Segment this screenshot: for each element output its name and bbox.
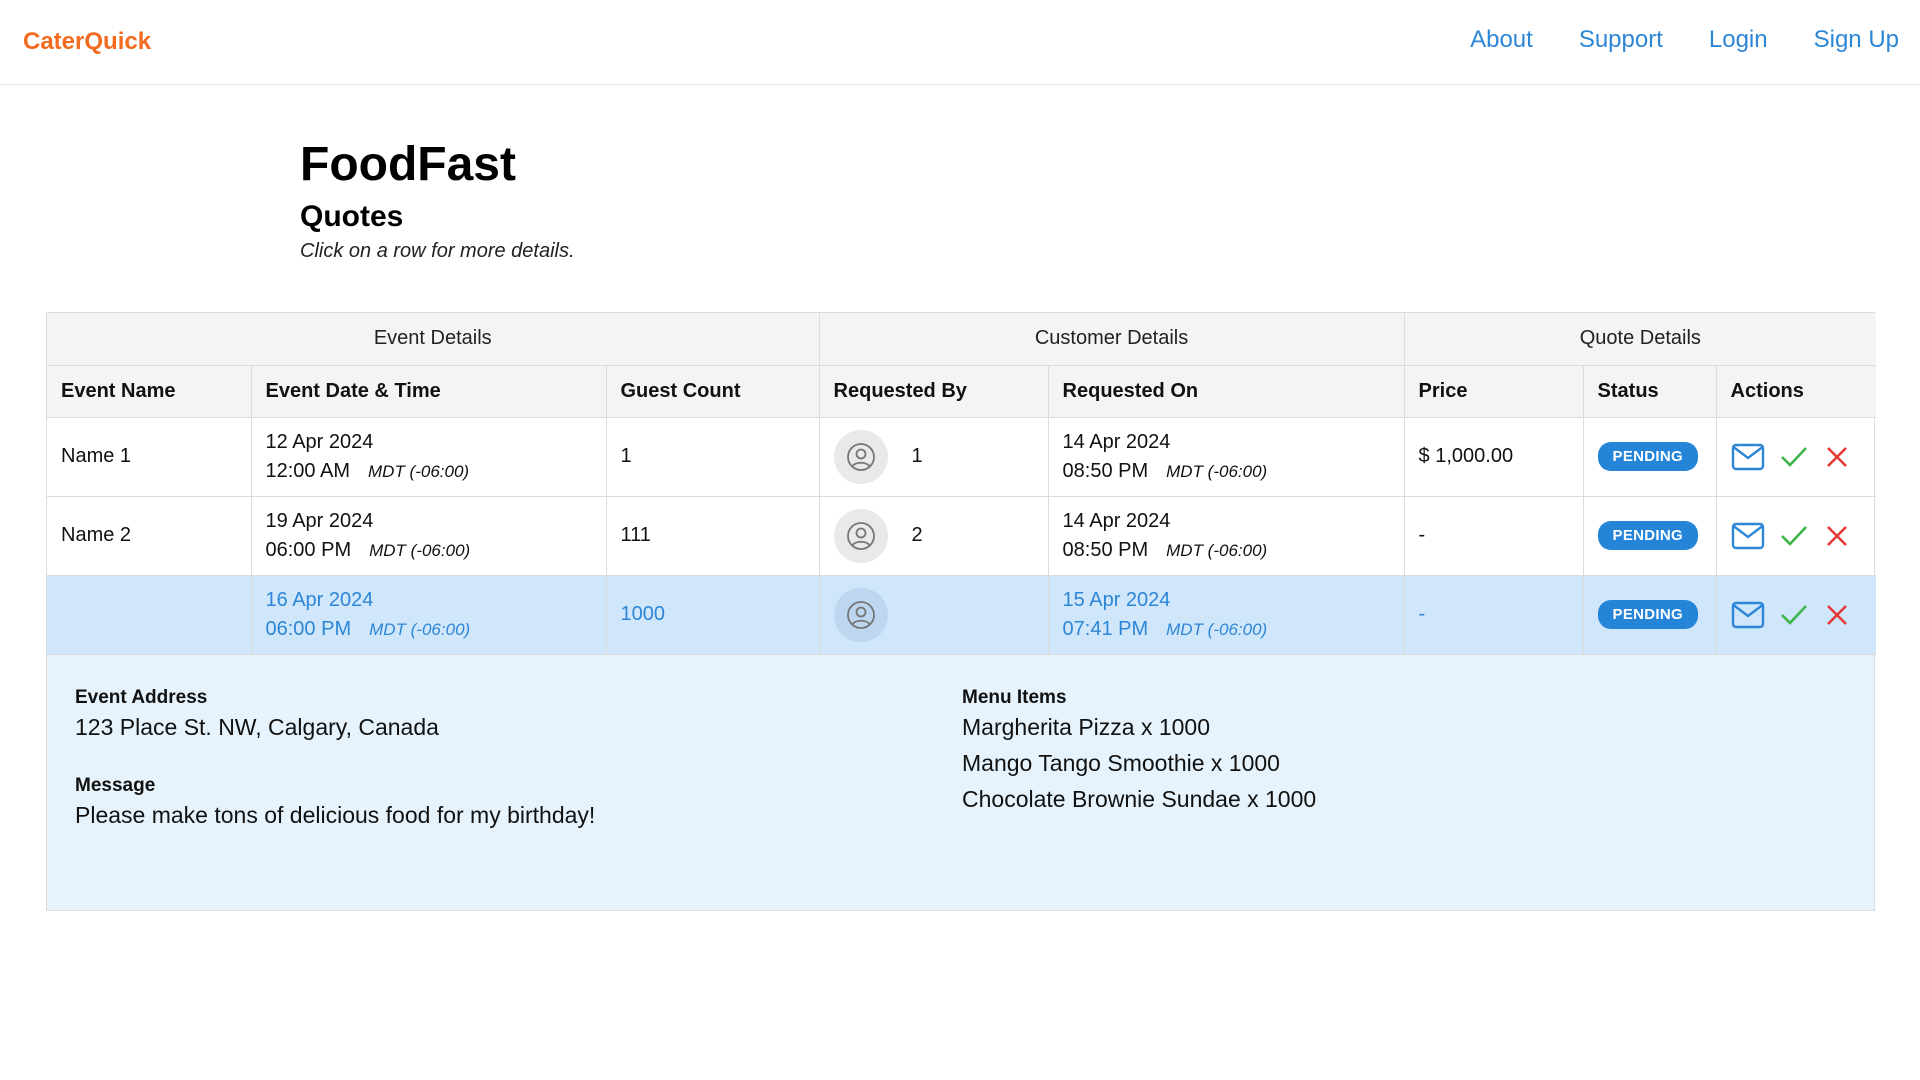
guest-count-cell: 1 bbox=[606, 417, 820, 497]
nav-login-link[interactable]: Login bbox=[1709, 26, 1768, 54]
envelope-icon[interactable] bbox=[1731, 522, 1765, 550]
message-value: Please make tons of delicious food for m… bbox=[75, 801, 596, 828]
event-timezone: MDT (-06:00) bbox=[368, 461, 470, 481]
page-title: FoodFast bbox=[300, 138, 516, 191]
event-time: 06:00 PM bbox=[265, 617, 352, 640]
user-circle-icon bbox=[833, 508, 888, 563]
row-detail-panel: Event Address 123 Place St. NW, Calgary,… bbox=[47, 654, 1874, 910]
envelope-icon[interactable] bbox=[1731, 601, 1765, 629]
requested-date: 15 Apr 2024 bbox=[1062, 588, 1171, 611]
price-cell: $ 1,000.00 bbox=[1404, 417, 1584, 497]
check-icon[interactable] bbox=[1779, 443, 1809, 471]
requested-timezone: MDT (-06:00) bbox=[1166, 461, 1268, 481]
column-header-price: Price bbox=[1404, 365, 1584, 418]
user-circle-icon bbox=[833, 429, 888, 484]
menu-item: Margherita Pizza x 1000 bbox=[962, 713, 1211, 740]
nav-about-link[interactable]: About bbox=[1470, 26, 1533, 54]
column-header-event-datetime: Event Date & Time bbox=[251, 365, 607, 418]
brand-logo[interactable]: CaterQuick bbox=[23, 28, 151, 56]
requested-date: 14 Apr 2024 bbox=[1062, 430, 1171, 453]
nav-support-link[interactable]: Support bbox=[1579, 26, 1663, 54]
requester-id: 2 bbox=[911, 524, 923, 546]
menu-item: Chocolate Brownie Sundae x 1000 bbox=[962, 785, 1317, 812]
column-header-event-name: Event Name bbox=[47, 365, 252, 418]
requested-timezone: MDT (-06:00) bbox=[1166, 619, 1268, 639]
event-date: 16 Apr 2024 bbox=[265, 588, 374, 611]
event-name-cell: Name 1 bbox=[47, 417, 252, 497]
event-datetime-cell: 16 Apr 2024 06:00 PM MDT (-06:00) bbox=[251, 575, 607, 655]
requested-on-cell: 14 Apr 2024 08:50 PM MDT (-06:00) bbox=[1048, 496, 1405, 576]
actions-cell bbox=[1716, 417, 1877, 497]
close-icon[interactable] bbox=[1823, 601, 1851, 629]
event-timezone: MDT (-06:00) bbox=[369, 540, 471, 560]
menu-item: Mango Tango Smoothie x 1000 bbox=[962, 749, 1280, 776]
requested-on-cell: 15 Apr 2024 07:41 PM MDT (-06:00) bbox=[1048, 575, 1405, 655]
status-cell: PENDING bbox=[1583, 575, 1717, 655]
requested-on-cell: 14 Apr 2024 08:50 PM MDT (-06:00) bbox=[1048, 417, 1405, 497]
close-icon[interactable] bbox=[1823, 443, 1851, 471]
requester-id: 1 bbox=[911, 445, 923, 467]
column-header-requested-on: Requested On bbox=[1048, 365, 1405, 418]
helper-text: Click on a row for more details. bbox=[300, 240, 575, 262]
status-cell: PENDING bbox=[1583, 496, 1717, 576]
requested-date: 14 Apr 2024 bbox=[1062, 509, 1171, 532]
actions-cell bbox=[1716, 575, 1877, 655]
status-badge: PENDING bbox=[1597, 521, 1698, 550]
event-name-cell bbox=[47, 575, 252, 655]
group-header-event: Event Details bbox=[47, 313, 820, 366]
top-navbar: CaterQuick About Support Login Sign Up bbox=[0, 0, 1920, 85]
requested-timezone: MDT (-06:00) bbox=[1166, 540, 1268, 560]
guest-count-cell: 111 bbox=[606, 496, 820, 576]
event-time: 12:00 AM bbox=[265, 459, 351, 482]
event-name-cell: Name 2 bbox=[47, 496, 252, 576]
close-icon[interactable] bbox=[1823, 522, 1851, 550]
event-date: 12 Apr 2024 bbox=[265, 430, 374, 453]
menu-items-label: Menu Items bbox=[962, 686, 1067, 708]
requested-time: 07:41 PM bbox=[1062, 617, 1149, 640]
check-icon[interactable] bbox=[1779, 601, 1809, 629]
table-row[interactable]: Name 2 19 Apr 2024 06:00 PM MDT (-06:00) … bbox=[47, 496, 1877, 576]
group-header-customer: Customer Details bbox=[819, 313, 1405, 366]
table-row[interactable]: Name 1 12 Apr 2024 12:00 AM MDT (-06:00) … bbox=[47, 417, 1877, 497]
event-time: 06:00 PM bbox=[265, 538, 352, 561]
status-badge: PENDING bbox=[1597, 442, 1698, 471]
price-cell: - bbox=[1404, 575, 1584, 655]
requested-time: 08:50 PM bbox=[1062, 459, 1149, 482]
message-label: Message bbox=[75, 774, 156, 796]
guest-count-cell: 1000 bbox=[606, 575, 820, 655]
section-title: Quotes bbox=[300, 200, 404, 233]
quotes-table: Event Details Customer Details Quote Det… bbox=[46, 312, 1877, 911]
column-header-status: Status bbox=[1583, 365, 1717, 418]
check-icon[interactable] bbox=[1779, 522, 1809, 550]
requested-by-cell: 1 bbox=[819, 417, 1049, 497]
requested-by-cell: 2 bbox=[819, 496, 1049, 576]
user-circle-icon bbox=[833, 587, 888, 642]
event-date: 19 Apr 2024 bbox=[265, 509, 374, 532]
actions-cell bbox=[1716, 496, 1877, 576]
requested-time: 08:50 PM bbox=[1062, 538, 1149, 561]
status-cell: PENDING bbox=[1583, 417, 1717, 497]
status-badge: PENDING bbox=[1597, 600, 1698, 629]
column-header-actions: Actions bbox=[1716, 365, 1877, 418]
column-header-guest-count: Guest Count bbox=[606, 365, 820, 418]
nav-signup-link[interactable]: Sign Up bbox=[1814, 26, 1899, 54]
envelope-icon[interactable] bbox=[1731, 443, 1765, 471]
event-datetime-cell: 12 Apr 2024 12:00 AM MDT (-06:00) bbox=[251, 417, 607, 497]
table-row-selected[interactable]: 16 Apr 2024 06:00 PM MDT (-06:00) 1000 15… bbox=[47, 575, 1877, 655]
group-header-quote: Quote Details bbox=[1404, 313, 1877, 366]
event-datetime-cell: 19 Apr 2024 06:00 PM MDT (-06:00) bbox=[251, 496, 607, 576]
event-address-label: Event Address bbox=[75, 686, 208, 708]
nav-links: About Support Login Sign Up bbox=[1470, 26, 1899, 54]
event-timezone: MDT (-06:00) bbox=[369, 619, 471, 639]
price-cell: - bbox=[1404, 496, 1584, 576]
column-header-requested-by: Requested By bbox=[819, 365, 1049, 418]
event-address-value: 123 Place St. NW, Calgary, Canada bbox=[75, 713, 439, 740]
requested-by-cell bbox=[819, 575, 1049, 655]
